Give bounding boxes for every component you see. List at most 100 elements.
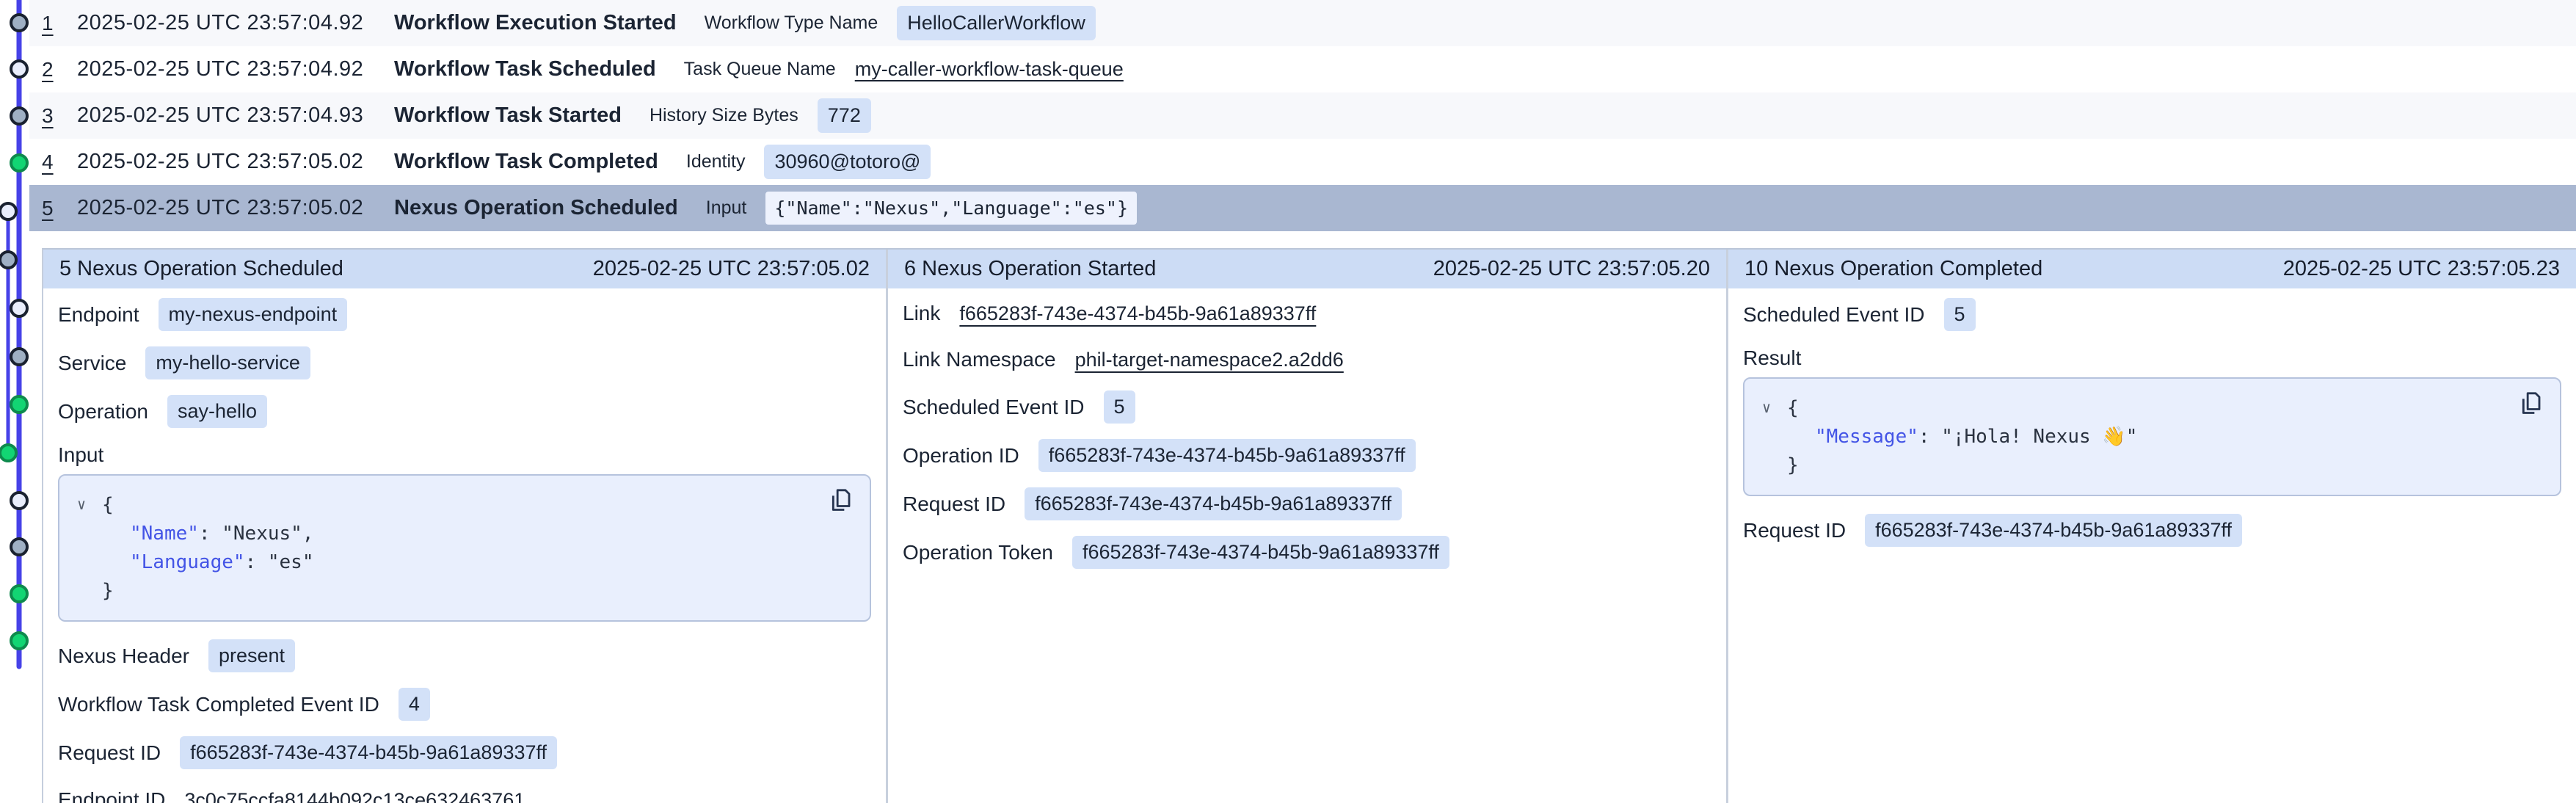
json-entry: "Language": "es": [77, 548, 852, 577]
panel-title: 5 Nexus Operation Scheduled: [59, 257, 343, 281]
event-id-link[interactable]: 5: [42, 197, 77, 220]
field-label: Request ID: [58, 741, 161, 765]
field-label: Operation: [58, 400, 148, 424]
panel-header: 5 Nexus Operation Scheduled 2025-02-25 U…: [43, 250, 886, 288]
event-attr-value-badge: 772: [818, 98, 871, 133]
panel-header: 6 Nexus Operation Started 2025-02-25 UTC…: [888, 250, 1726, 288]
event-attr-label: Workflow Type Name: [705, 12, 878, 34]
event-attr-label: History Size Bytes: [650, 105, 798, 126]
panel-timestamp: 2025-02-25 UTC 23:57:05.20: [1433, 257, 1710, 281]
event-id-link[interactable]: 3: [42, 104, 77, 128]
json-open-line: ∨{: [1762, 393, 2542, 423]
field-value-badge: my-nexus-endpoint: [159, 298, 348, 331]
event-timestamp: 2025-02-25 UTC 23:57:04.92: [77, 11, 394, 35]
event-name: Workflow Execution Started: [394, 11, 677, 35]
event-input-payload-badge: {"Name":"Nexus","Language":"es"}: [765, 192, 1137, 225]
panel-title: 10 Nexus Operation Completed: [1744, 257, 2042, 281]
field-label: Endpoint ID: [58, 788, 165, 803]
json-entry: "Message": "¡Hola! Nexus 👋": [1762, 423, 2542, 451]
field-value-badge: 4: [399, 688, 430, 721]
json-open-line: ∨{: [77, 490, 852, 520]
copy-icon[interactable]: [827, 486, 856, 515]
event-timestamp: 2025-02-25 UTC 23:57:04.93: [77, 103, 394, 128]
event-id-link[interactable]: 4: [42, 150, 77, 174]
endpoint-id-link[interactable]: 3c0c75ccfa8144b092c13ce632463761: [184, 789, 525, 803]
field-label: Operation ID: [903, 444, 1019, 468]
event-row-4[interactable]: 4 2025-02-25 UTC 23:57:05.02 Workflow Ta…: [29, 139, 2576, 185]
field-label: Link: [903, 302, 940, 325]
event-attr-value-badge: 30960@totoro@: [764, 145, 931, 179]
panel-header: 10 Nexus Operation Completed 2025-02-25 …: [1728, 250, 2576, 288]
field-value-badge: f665283f-743e-4374-b45b-9a61a89337ff: [1072, 536, 1449, 569]
panel-nexus-operation-started: 6 Nexus Operation Started 2025-02-25 UTC…: [886, 250, 1726, 803]
panel-nexus-operation-completed: 10 Nexus Operation Completed 2025-02-25 …: [1726, 250, 2576, 803]
collapse-chevron-icon[interactable]: ∨: [77, 490, 102, 519]
event-row-2[interactable]: 2 2025-02-25 UTC 23:57:04.92 Workflow Ta…: [29, 46, 2576, 92]
field-label: Operation Token: [903, 541, 1053, 564]
panel-body: Scheduled Event ID 5 Result ∨{ "Message"…: [1728, 288, 2576, 577]
timeline-dot-completed: [11, 155, 27, 171]
panel-nexus-operation-scheduled: 5 Nexus Operation Scheduled 2025-02-25 U…: [43, 250, 886, 803]
event-row-5-selected[interactable]: 5 2025-02-25 UTC 23:57:05.02 Nexus Opera…: [29, 185, 2576, 231]
event-row-1[interactable]: 1 2025-02-25 UTC 23:57:04.92 Workflow Ex…: [29, 0, 2576, 46]
event-attr-label: Identity: [686, 151, 746, 172]
field-scheduled-event-id: Scheduled Event ID 5: [903, 390, 1711, 424]
json-close-line: }: [77, 577, 852, 606]
timeline-dot-completed: [11, 586, 27, 602]
panel-body: Endpoint my-nexus-endpoint Service my-he…: [43, 288, 886, 803]
collapse-chevron-icon[interactable]: ∨: [1762, 393, 1787, 422]
field-label: Workflow Task Completed Event ID: [58, 693, 379, 716]
input-json-viewer: ∨{ "Name": "Nexus", "Language": "es" }: [58, 474, 871, 622]
timeline-dot-started: [11, 15, 27, 31]
timeline-dot-completed: [11, 633, 27, 649]
event-name: Nexus Operation Scheduled: [394, 196, 678, 220]
timeline-dot-scheduled: [11, 300, 27, 316]
event-id-link[interactable]: 2: [42, 58, 77, 81]
timeline-dot-scheduled: [0, 203, 16, 219]
event-detail-panels: 5 Nexus Operation Scheduled 2025-02-25 U…: [42, 248, 2576, 803]
result-json-viewer: ∨{ "Message": "¡Hola! Nexus 👋" }: [1743, 377, 2561, 496]
field-value-badge: f665283f-743e-4374-b45b-9a61a89337ff: [180, 736, 557, 769]
field-label: Scheduled Event ID: [1743, 303, 1925, 327]
field-service: Service my-hello-service: [58, 346, 871, 379]
event-name: Workflow Task Completed: [394, 150, 658, 174]
field-value-badge: f665283f-743e-4374-b45b-9a61a89337ff: [1865, 514, 2242, 547]
field-label: Nexus Header: [58, 644, 189, 668]
link-event-link[interactable]: f665283f-743e-4374-b45b-9a61a89337ff: [959, 302, 1316, 325]
json-close-line: }: [1762, 451, 2542, 480]
event-attr-value-badge: HelloCallerWorkflow: [897, 6, 1096, 40]
panel-body: Link f665283f-743e-4374-b45b-9a61a89337f…: [888, 288, 1726, 599]
field-link: Link f665283f-743e-4374-b45b-9a61a89337f…: [903, 298, 1711, 329]
json-entry: "Name": "Nexus",: [77, 520, 852, 548]
timeline-dot-scheduled: [11, 493, 27, 509]
field-endpoint: Endpoint my-nexus-endpoint: [58, 298, 871, 331]
result-label: Result: [1743, 346, 2561, 370]
field-scheduled-event-id: Scheduled Event ID 5: [1743, 298, 2561, 331]
input-label: Input: [58, 443, 871, 467]
panel-title: 6 Nexus Operation Started: [904, 257, 1156, 281]
field-label: Link Namespace: [903, 348, 1056, 371]
link-namespace-link[interactable]: phil-target-namespace2.a2dd6: [1075, 349, 1344, 371]
panel-timestamp: 2025-02-25 UTC 23:57:05.02: [593, 257, 870, 281]
copy-icon[interactable]: [2517, 389, 2547, 418]
event-name: Workflow Task Started: [394, 103, 622, 128]
field-value-badge: f665283f-743e-4374-b45b-9a61a89337ff: [1025, 487, 1402, 520]
field-label: Service: [58, 352, 126, 375]
field-workflow-task-completed-event-id: Workflow Task Completed Event ID 4: [58, 688, 871, 721]
panel-timestamp: 2025-02-25 UTC 23:57:05.23: [2283, 257, 2560, 281]
field-value-badge: say-hello: [167, 395, 267, 428]
field-request-id: Request ID f665283f-743e-4374-b45b-9a61a…: [58, 736, 871, 769]
field-label: Endpoint: [58, 303, 139, 327]
field-value-badge: 5: [1104, 390, 1135, 424]
task-queue-link[interactable]: my-caller-workflow-task-queue: [855, 58, 1124, 81]
field-value-badge: f665283f-743e-4374-b45b-9a61a89337ff: [1038, 439, 1416, 472]
event-row-3[interactable]: 3 2025-02-25 UTC 23:57:04.93 Workflow Ta…: [29, 92, 2576, 139]
event-timestamp: 2025-02-25 UTC 23:57:04.92: [77, 57, 394, 81]
timeline-dot-started: [11, 108, 27, 124]
timeline-dot-started: [11, 539, 27, 555]
event-id-link[interactable]: 1: [42, 12, 77, 35]
event-timestamp: 2025-02-25 UTC 23:57:05.02: [77, 196, 394, 220]
workflow-history-view: 1 2025-02-25 UTC 23:57:04.92 Workflow Ex…: [0, 0, 2576, 803]
field-value-badge: present: [208, 639, 295, 672]
field-value-badge: my-hello-service: [145, 346, 310, 379]
